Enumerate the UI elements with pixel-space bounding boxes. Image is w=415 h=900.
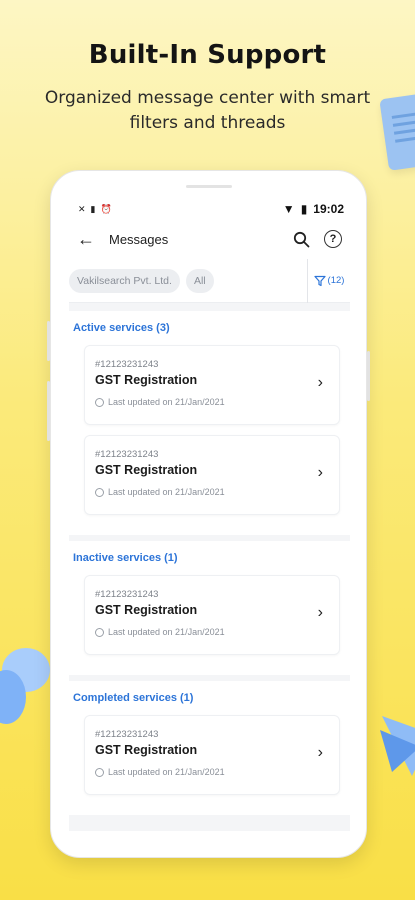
service-card[interactable]: #12123231243 GST Registration Last updat…	[84, 345, 340, 425]
inactive-services-section: Inactive services (1) #12123231243 GST R…	[69, 541, 350, 675]
page-title: Messages	[109, 231, 169, 247]
chevron-right-icon: ›	[317, 744, 323, 761]
phone-speaker	[186, 185, 232, 188]
service-title: GST Registration	[95, 743, 198, 757]
chevron-right-icon: ›	[317, 374, 323, 391]
filter-count: (12)	[327, 275, 345, 286]
help-icon-glyph: ?	[329, 233, 337, 245]
service-number: #12123231243	[95, 449, 159, 460]
company-filter-chip[interactable]: Vakilsearch Pvt. Ltd.	[69, 268, 180, 293]
filter-funnel-icon	[313, 275, 326, 286]
service-card[interactable]: #12123231243 GST Registration Last updat…	[84, 435, 340, 515]
status-bar: ✕ ▮ ⏰ ▼ ▮ 19:02	[69, 199, 350, 219]
phone-side-button	[47, 321, 50, 361]
help-icon[interactable]: ?	[324, 230, 342, 248]
alarm-icon: ⏰	[100, 203, 112, 214]
last-updated: Last updated on 21/Jan/2021	[95, 487, 225, 497]
filter-bar: Vakilsearch Pvt. Ltd. All (12)	[69, 258, 350, 303]
last-updated-text: Last updated on 21/Jan/2021	[108, 627, 225, 637]
status-filter-chip[interactable]: All	[185, 268, 214, 293]
filter-button[interactable]: (12)	[308, 275, 350, 287]
section-heading: Inactive services (1)	[69, 541, 350, 575]
last-updated-text: Last updated on 21/Jan/2021	[108, 487, 225, 497]
phone-frame: ✕ ▮ ⏰ ▼ ▮ 19:02 ← Messages ? Vakilsearch…	[47, 170, 370, 858]
notification-icon: ✕	[78, 203, 86, 214]
clock-icon	[95, 397, 104, 407]
search-icon[interactable]	[293, 231, 310, 248]
last-updated: Last updated on 21/Jan/2021	[95, 397, 225, 407]
wifi-icon: ▼	[282, 202, 295, 216]
section-heading: Completed services (1)	[69, 681, 350, 715]
service-card[interactable]: #12123231243 GST Registration Last updat…	[84, 715, 340, 795]
chevron-right-icon: ›	[317, 464, 323, 481]
back-arrow-icon[interactable]: ←	[77, 229, 101, 250]
headline: Built-In Support	[88, 40, 327, 70]
service-number: #12123231243	[95, 359, 159, 370]
clock-icon	[95, 487, 104, 497]
subhead: Organized message center with smart filt…	[44, 88, 371, 133]
clock-icon	[95, 767, 104, 777]
chevron-right-icon: ›	[317, 604, 323, 621]
battery-icon: ▮	[300, 202, 308, 216]
last-updated: Last updated on 21/Jan/2021	[95, 627, 225, 637]
service-title: GST Registration	[95, 603, 198, 617]
document-decoration	[379, 91, 415, 171]
service-title: GST Registration	[95, 373, 198, 387]
service-card[interactable]: #12123231243 GST Registration Last updat…	[84, 575, 340, 655]
status-time: 19:02	[313, 202, 344, 216]
last-updated-text: Last updated on 21/Jan/2021	[108, 767, 225, 777]
phone-side-button-2	[47, 381, 50, 441]
app-screen: ✕ ▮ ⏰ ▼ ▮ 19:02 ← Messages ? Vakilsearch…	[69, 199, 350, 831]
app-bar: ← Messages ?	[69, 219, 350, 259]
last-updated: Last updated on 21/Jan/2021	[95, 767, 225, 777]
service-number: #12123231243	[95, 729, 159, 740]
active-services-section: Active services (3) #12123231243 GST Reg…	[69, 311, 350, 535]
service-title: GST Registration	[95, 463, 198, 477]
phone-power-button	[367, 351, 370, 401]
section-heading: Active services (3)	[69, 311, 350, 345]
service-number: #12123231243	[95, 589, 159, 600]
last-updated-text: Last updated on 21/Jan/2021	[108, 397, 225, 407]
sim-icon: ▮	[90, 203, 96, 214]
completed-services-section: Completed services (1) #12123231243 GST …	[69, 681, 350, 815]
clock-icon	[95, 627, 104, 637]
